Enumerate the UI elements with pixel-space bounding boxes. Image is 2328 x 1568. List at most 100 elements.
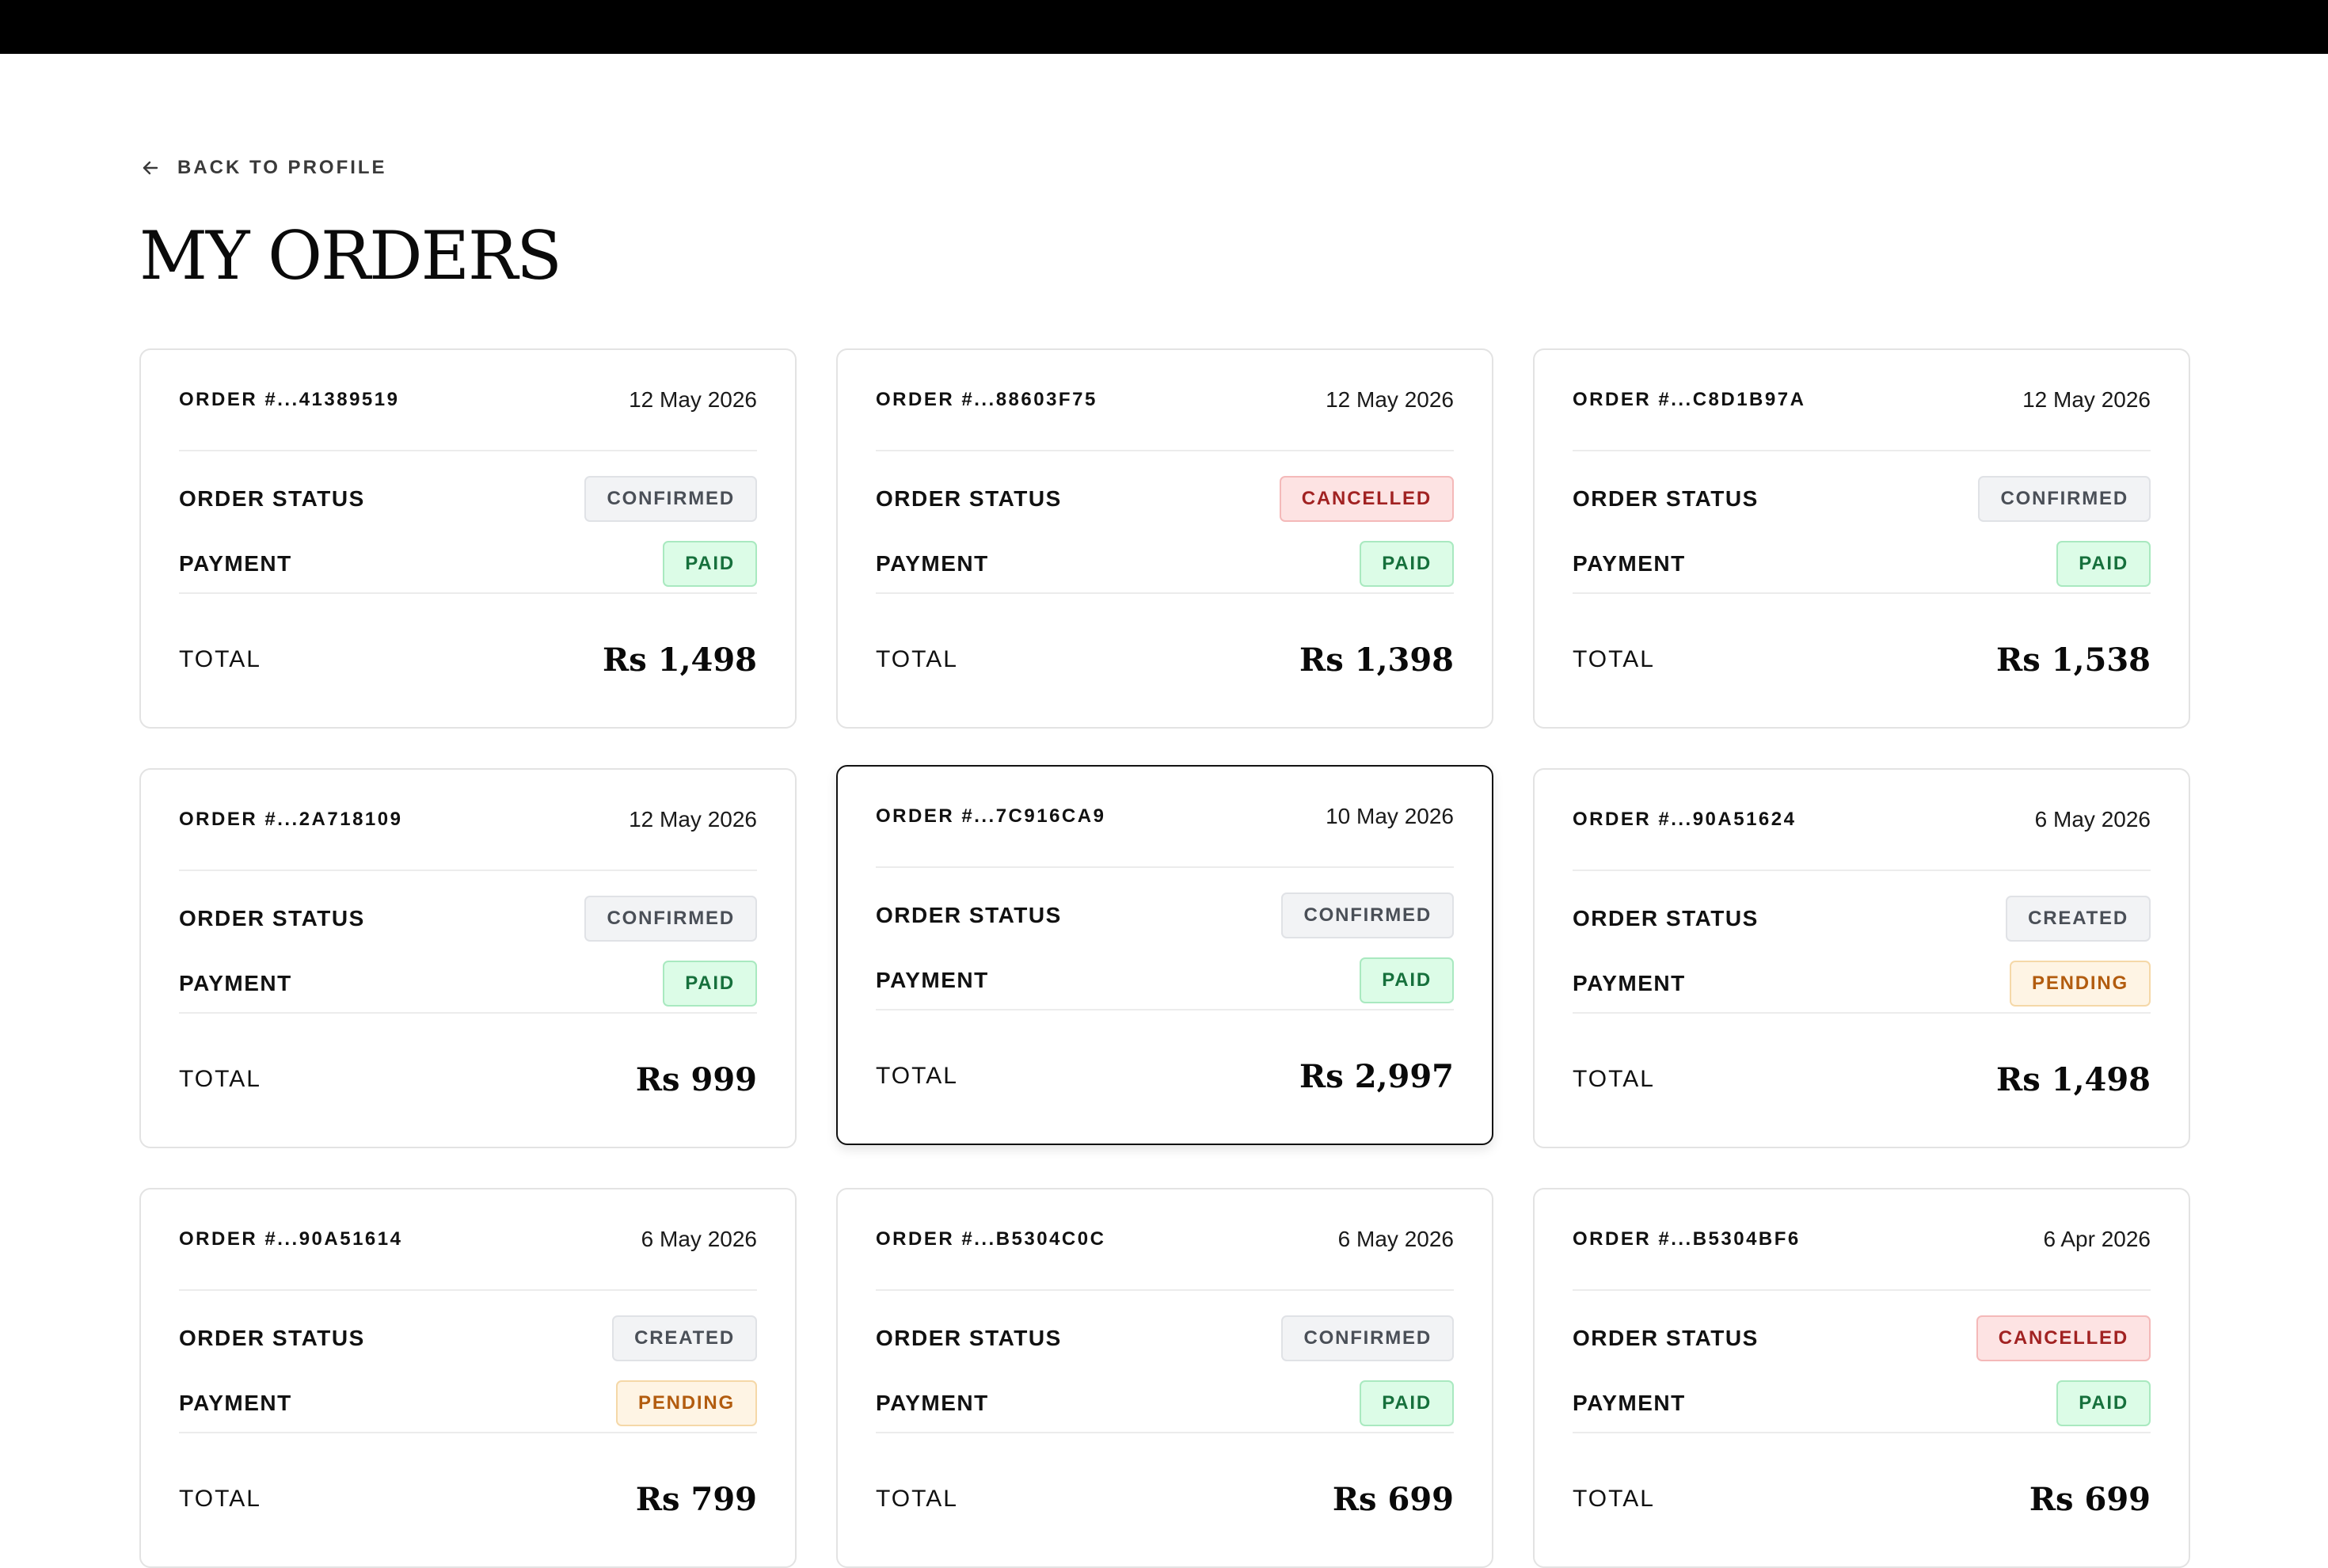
order-status-label: ORDER STATUS [876,486,1062,511]
total-label: TOTAL [1573,1486,1655,1512]
order-card[interactable]: ORDER #...C8D1B97A 12 May 2026 ORDER STA… [1533,348,2190,729]
order-total: Rs 799 [635,1480,757,1518]
total-label: TOTAL [876,1063,958,1089]
payment-row: PAYMENT PAID [876,957,1454,1004]
order-status-row: ORDER STATUS CANCELLED [1573,1315,2151,1362]
order-card-footer: TOTAL Rs 799 [179,1433,757,1565]
order-card-details: ORDER STATUS CONFIRMED PAYMENT PAID [179,451,757,594]
order-status-badge: CANCELLED [1279,476,1454,522]
order-card-details: ORDER STATUS CREATED PAYMENT PENDING [179,1291,757,1433]
order-card[interactable]: ORDER #...90A51614 6 May 2026 ORDER STAT… [139,1188,797,1568]
back-to-profile-link[interactable]: BACK TO PROFILE [139,155,387,181]
order-status-badge: CANCELLED [1976,1315,2151,1361]
order-card-details: ORDER STATUS CONFIRMED PAYMENT PAID [876,868,1454,1010]
order-status-label: ORDER STATUS [1573,486,1759,511]
order-date: 6 May 2026 [641,1227,757,1251]
total-label: TOTAL [179,1486,261,1512]
payment-row: PAYMENT PAID [1573,540,2151,588]
order-card-header: ORDER #...B5304C0C 6 May 2026 [876,1189,1454,1291]
order-card[interactable]: ORDER #...B5304C0C 6 May 2026 ORDER STAT… [836,1188,1493,1568]
order-date: 6 May 2026 [2034,807,2151,832]
order-card[interactable]: ORDER #...B5304BF6 6 Apr 2026 ORDER STAT… [1533,1188,2190,1568]
order-id: ORDER #...B5304C0C [876,1228,1106,1250]
order-status-row: ORDER STATUS CONFIRMED [179,475,757,523]
order-card-footer: TOTAL Rs 699 [1573,1433,2151,1565]
payment-row: PAYMENT PAID [876,540,1454,588]
total-label: TOTAL [1573,1066,1655,1092]
order-card-footer: TOTAL Rs 1,498 [179,594,757,725]
order-total: Rs 2,997 [1299,1057,1454,1095]
order-status-label: ORDER STATUS [1573,906,1759,931]
order-status-badge: CONFIRMED [1281,892,1454,938]
order-total: Rs 1,498 [1996,1060,2151,1098]
order-date: 12 May 2026 [1326,387,1454,412]
order-date: 12 May 2026 [629,807,757,832]
order-card-footer: TOTAL Rs 1,538 [1573,594,2151,725]
total-label: TOTAL [179,1066,261,1092]
payment-label: PAYMENT [876,968,989,992]
order-total: Rs 999 [635,1060,757,1098]
payment-status-badge: PAID [1360,1380,1454,1426]
arrow-left-icon [139,157,162,179]
order-card-header: ORDER #...C8D1B97A 12 May 2026 [1573,350,2151,451]
payment-label: PAYMENT [876,551,989,576]
order-status-badge: CREATED [2006,896,2151,942]
order-card[interactable]: ORDER #...90A51624 6 May 2026 ORDER STAT… [1533,768,2190,1148]
order-card[interactable]: ORDER #...88603F75 12 May 2026 ORDER STA… [836,348,1493,729]
order-date: 6 May 2026 [1337,1227,1454,1251]
order-date: 6 Apr 2026 [2043,1227,2151,1251]
order-total: Rs 699 [1332,1480,1454,1518]
payment-row: PAYMENT PAID [179,540,757,588]
total-label: TOTAL [1573,646,1655,672]
order-date: 10 May 2026 [1326,804,1454,828]
payment-label: PAYMENT [179,551,292,576]
payment-label: PAYMENT [876,1391,989,1415]
order-status-row: ORDER STATUS CONFIRMED [876,1315,1454,1362]
order-status-label: ORDER STATUS [179,906,365,931]
order-status-badge: CONFIRMED [1281,1315,1454,1361]
payment-status-badge: PENDING [2010,961,2151,1007]
order-status-label: ORDER STATUS [179,486,365,511]
order-total: Rs 1,498 [603,641,757,679]
order-card-footer: TOTAL Rs 999 [179,1014,757,1145]
payment-status-badge: PAID [1360,541,1454,587]
order-status-label: ORDER STATUS [876,903,1062,927]
payment-label: PAYMENT [1573,1391,1686,1415]
order-id: ORDER #...B5304BF6 [1573,1228,1801,1250]
order-id: ORDER #...41389519 [179,389,400,410]
payment-row: PAYMENT PAID [876,1380,1454,1427]
order-status-label: ORDER STATUS [179,1326,365,1350]
order-card-header: ORDER #...90A51624 6 May 2026 [1573,770,2151,871]
order-status-label: ORDER STATUS [1573,1326,1759,1350]
order-status-badge: CREATED [612,1315,757,1361]
order-card-header: ORDER #...41389519 12 May 2026 [179,350,757,451]
order-date: 12 May 2026 [629,387,757,412]
payment-row: PAYMENT PENDING [179,1380,757,1427]
order-card-details: ORDER STATUS CONFIRMED PAYMENT PAID [876,1291,1454,1433]
order-id: ORDER #...2A718109 [179,809,403,830]
total-label: TOTAL [876,646,958,672]
order-card-details: ORDER STATUS CONFIRMED PAYMENT PAID [179,871,757,1014]
order-card-details: ORDER STATUS CANCELLED PAYMENT PAID [876,451,1454,594]
order-card-footer: TOTAL Rs 1,398 [876,594,1454,725]
payment-label: PAYMENT [179,1391,292,1415]
orders-grid: ORDER #...41389519 12 May 2026 ORDER STA… [139,348,2190,1568]
payment-status-badge: PAID [1360,957,1454,1003]
order-card[interactable]: ORDER #...7C916CA9 10 May 2026 ORDER STA… [836,765,1493,1145]
order-card[interactable]: ORDER #...2A718109 12 May 2026 ORDER STA… [139,768,797,1148]
orders-page: BACK TO PROFILE MY ORDERS ORDER #...4138… [139,0,2190,1568]
order-status-badge: CONFIRMED [1978,476,2151,522]
order-card[interactable]: ORDER #...41389519 12 May 2026 ORDER STA… [139,348,797,729]
payment-row: PAYMENT PENDING [1573,960,2151,1007]
order-id: ORDER #...C8D1B97A [1573,389,1806,410]
payment-status-badge: PAID [663,961,757,1007]
order-card-footer: TOTAL Rs 1,498 [1573,1014,2151,1145]
order-status-label: ORDER STATUS [876,1326,1062,1350]
order-card-details: ORDER STATUS CREATED PAYMENT PENDING [1573,871,2151,1014]
order-status-row: ORDER STATUS CONFIRMED [1573,475,2151,523]
payment-status-badge: PAID [2056,1380,2151,1426]
payment-label: PAYMENT [179,971,292,995]
order-id: ORDER #...90A51624 [1573,809,1797,830]
total-label: TOTAL [179,646,261,672]
payment-row: PAYMENT PAID [179,960,757,1007]
